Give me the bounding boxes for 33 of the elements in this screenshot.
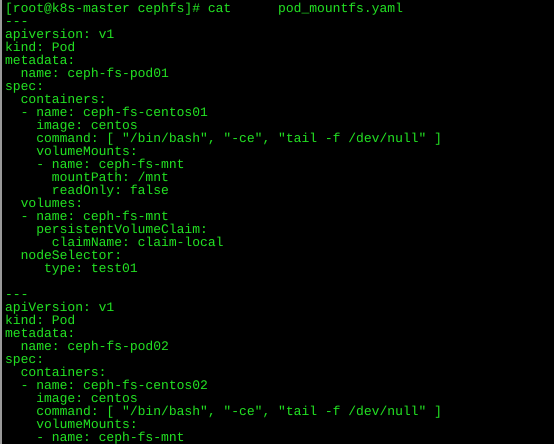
code-line: type: test01 [43,262,138,275]
code-line: - name: ceph-fs-centos02 [20,379,208,392]
document-separator: --- [5,288,28,301]
code-line: kind: Pod [5,314,76,327]
code-line: image: centos [35,119,138,132]
command-prompt: [root@k8s-master cephfs]# cat pod_mountfs.yaml [5,2,403,15]
code-line: spec: [5,80,44,93]
code-line: - name: ceph-fs-mnt [35,158,184,171]
code-line: - name: ceph-fs-mnt [20,210,169,223]
code-line: claimName: claim-local [52,236,224,249]
code-line: containers: [20,366,106,379]
code-line: name: ceph-fs-pod02 [20,340,169,353]
code-line: name: ceph-fs-pod01 [20,67,169,80]
code-line: apiVersion: v1 [5,301,114,314]
code-line: readOnly: false [52,184,169,197]
code-line: volumeMounts: [35,145,138,158]
code-line: volumes: [20,197,84,210]
code-line: volumeMounts: [35,418,138,431]
document-separator: --- [5,15,28,28]
code-line: command: [ "/bin/bash", "-ce", "tail -f /dev/null" ] [35,132,442,145]
code-line: - name: ceph-fs-mnt [35,431,184,444]
code-line: apiversion: v1 [5,28,114,41]
code-line: - name: ceph-fs-centos01 [20,106,208,119]
code-line: mountPath: /mnt [50,171,169,184]
code-line: spec: [5,353,44,366]
code-line: command: [ "/bin/bash", "-ce", "tail -f /dev/null" ] [35,405,442,418]
code-line: nodeSelector: [20,249,122,262]
code-line: containers: [20,93,106,106]
code-line: metadata: [5,54,76,67]
code-line: persistentVolumeClaim: [35,223,208,236]
code-line: kind: Pod [5,41,76,54]
code-line: metadata: [5,327,76,340]
code-line: image: centos [35,392,138,405]
